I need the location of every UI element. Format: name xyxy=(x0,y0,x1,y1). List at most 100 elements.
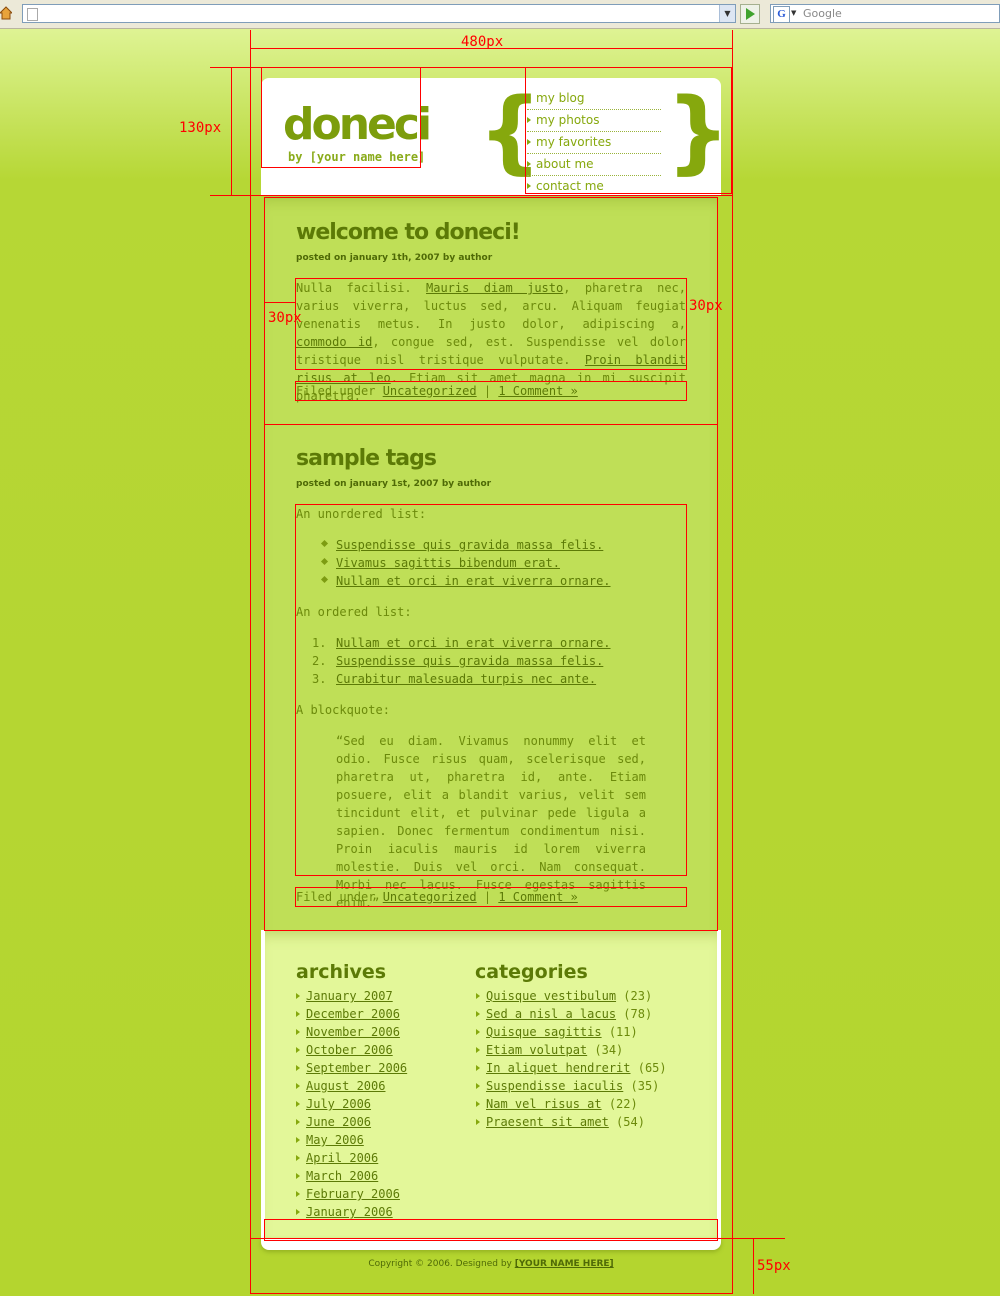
archive-link[interactable]: December 2006 xyxy=(306,1007,400,1021)
unordered-list: Suspendisse quis gravida massa felis. Vi… xyxy=(322,536,611,590)
category-link[interactable]: Praesent sit amet xyxy=(486,1115,609,1129)
archive-link[interactable]: February 2006 xyxy=(306,1187,400,1201)
archive-link[interactable]: August 2006 xyxy=(306,1079,385,1093)
dimension-tick xyxy=(210,67,250,68)
category-link[interactable]: Etiam volutpat xyxy=(486,1043,587,1057)
category-link[interactable]: Nam vel risus at xyxy=(486,1097,602,1111)
post-text: Nulla facilisi. xyxy=(296,281,426,295)
archive-item: March 2006 xyxy=(296,1167,407,1185)
search-box[interactable]: G ▼ Google xyxy=(770,4,1000,23)
dimension-tick xyxy=(250,30,251,67)
category-count: (35) xyxy=(623,1079,660,1093)
padding-right-label: 30px xyxy=(689,298,723,314)
category-count: (11) xyxy=(601,1025,638,1039)
google-icon[interactable]: G xyxy=(773,6,790,23)
nav-item-my-blog[interactable]: my blog xyxy=(527,88,661,110)
category-link[interactable]: Uncategorized xyxy=(383,890,477,904)
nav-item-my-photos[interactable]: my photos xyxy=(527,110,661,132)
archives-list: January 2007 December 2006 November 2006… xyxy=(296,987,407,1221)
category-count: (23) xyxy=(616,989,653,1003)
post-title[interactable]: welcome to doneci! xyxy=(296,220,521,245)
archive-link[interactable]: January 2006 xyxy=(306,1205,393,1219)
category-link[interactable]: Suspendisse iaculis xyxy=(486,1079,623,1093)
category-count: (22) xyxy=(601,1097,638,1111)
list-item[interactable]: Suspendisse quis gravida massa felis. xyxy=(322,536,611,554)
list-link[interactable]: Suspendisse quis gravida massa felis. xyxy=(336,654,603,668)
archives-title: archives xyxy=(296,961,387,983)
archive-item: July 2006 xyxy=(296,1095,407,1113)
archive-link[interactable]: June 2006 xyxy=(306,1115,371,1129)
list-item[interactable]: 3. Curabitur malesuada turpis nec ante. xyxy=(312,670,611,688)
category-item: Nam vel risus at (22) xyxy=(476,1095,667,1113)
archive-item: November 2006 xyxy=(296,1023,407,1041)
site-logo[interactable]: doneci xyxy=(283,96,432,154)
category-link[interactable]: Quisque vestibulum xyxy=(486,989,616,1003)
categories-title: categories xyxy=(475,961,588,983)
post-link[interactable]: Mauris diam justo xyxy=(426,281,563,295)
archive-link[interactable]: July 2006 xyxy=(306,1097,371,1111)
unordered-list-label: An unordered list: xyxy=(296,507,427,521)
footer-height-dimension-line xyxy=(753,1238,754,1294)
category-count: (78) xyxy=(616,1007,653,1021)
blockquote-label: A blockquote: xyxy=(296,703,390,717)
list-link[interactable]: Suspendisse quis gravida massa felis. xyxy=(336,538,603,552)
category-item: Etiam volutpat (34) xyxy=(476,1041,667,1059)
post-link[interactable]: commodo id xyxy=(296,335,372,349)
category-link[interactable]: Uncategorized xyxy=(383,384,477,398)
dimension-tick xyxy=(210,195,250,196)
footer-widgets-bottom xyxy=(261,1238,721,1250)
archive-item: October 2006 xyxy=(296,1041,407,1059)
category-item: Quisque vestibulum (23) xyxy=(476,987,667,1005)
post-meta: posted on january 1st, 2007 by author xyxy=(296,479,492,489)
list-link[interactable]: Nullam et orci in erat viverra ornare. xyxy=(336,636,611,650)
archive-link[interactable]: March 2006 xyxy=(306,1169,378,1183)
archive-link[interactable]: January 2007 xyxy=(306,989,393,1003)
blockquote: “Sed eu diam. Vivamus nonummy elit et od… xyxy=(336,734,646,910)
search-engine-dropdown-icon[interactable]: ▼ xyxy=(791,5,796,22)
post-meta: posted on january 1th, 2007 by author xyxy=(296,253,493,263)
home-icon[interactable] xyxy=(0,5,12,21)
site-tagline: by [your name here] xyxy=(288,150,426,164)
comments-link[interactable]: 1 Comment » xyxy=(498,384,577,398)
ordered-list-label: An ordered list: xyxy=(296,605,412,619)
list-link[interactable]: Nullam et orci in erat viverra ornare. xyxy=(336,574,611,588)
categories-list: Quisque vestibulum (23) Sed a nisl a lac… xyxy=(476,987,667,1131)
archive-link[interactable]: May 2006 xyxy=(306,1133,364,1147)
search-input-placeholder[interactable]: Google xyxy=(803,5,842,22)
archive-link[interactable]: October 2006 xyxy=(306,1043,393,1057)
ordered-list: 1. Nullam et orci in erat viverra ornare.… xyxy=(312,634,611,688)
page-icon xyxy=(27,8,38,21)
list-item[interactable]: Nullam et orci in erat viverra ornare. xyxy=(322,572,611,590)
archive-link[interactable]: April 2006 xyxy=(306,1151,378,1165)
list-link[interactable]: Vivamus sagittis bibendum erat. xyxy=(336,556,560,570)
post-title[interactable]: sample tags xyxy=(296,446,437,471)
list-item[interactable]: 2. Suspendisse quis gravida massa felis. xyxy=(312,652,611,670)
comments-link[interactable]: 1 Comment » xyxy=(498,890,577,904)
nav-item-my-favorites[interactable]: my favorites xyxy=(527,132,661,154)
list-link[interactable]: Curabitur malesuada turpis nec ante. xyxy=(336,672,596,686)
archive-item: August 2006 xyxy=(296,1077,407,1095)
archive-item: December 2006 xyxy=(296,1005,407,1023)
archive-item: January 2007 xyxy=(296,987,407,1005)
header-height-label: 130px xyxy=(179,120,222,136)
nav-item-about-me[interactable]: about me xyxy=(527,154,661,176)
address-dropdown-button[interactable]: ▼ xyxy=(719,5,735,22)
filed-under-label: Filed under xyxy=(296,384,383,398)
category-count: (54) xyxy=(608,1115,645,1129)
category-link[interactable]: Sed a nisl a lacus xyxy=(486,1007,616,1021)
category-item: Praesent sit amet (54) xyxy=(476,1113,667,1131)
category-count: (34) xyxy=(587,1043,624,1057)
list-item[interactable]: 1. Nullam et orci in erat viverra ornare. xyxy=(312,634,611,652)
list-item[interactable]: Vivamus sagittis bibendum erat. xyxy=(322,554,611,572)
separator: | xyxy=(476,384,499,398)
go-icon[interactable] xyxy=(740,4,760,24)
archive-link[interactable]: September 2006 xyxy=(306,1061,407,1075)
designer-link[interactable]: [YOUR NAME HERE] xyxy=(515,1259,614,1269)
category-link[interactable]: In aliquet hendrerit xyxy=(486,1061,631,1075)
address-bar[interactable]: ▼ xyxy=(22,4,736,23)
nav-item-contact-me[interactable]: contact me xyxy=(527,176,661,197)
padding-left-label: 30px xyxy=(268,310,302,326)
category-link[interactable]: Quisque sagittis xyxy=(486,1025,602,1039)
list-number: 2. xyxy=(312,654,327,668)
archive-link[interactable]: November 2006 xyxy=(306,1025,400,1039)
